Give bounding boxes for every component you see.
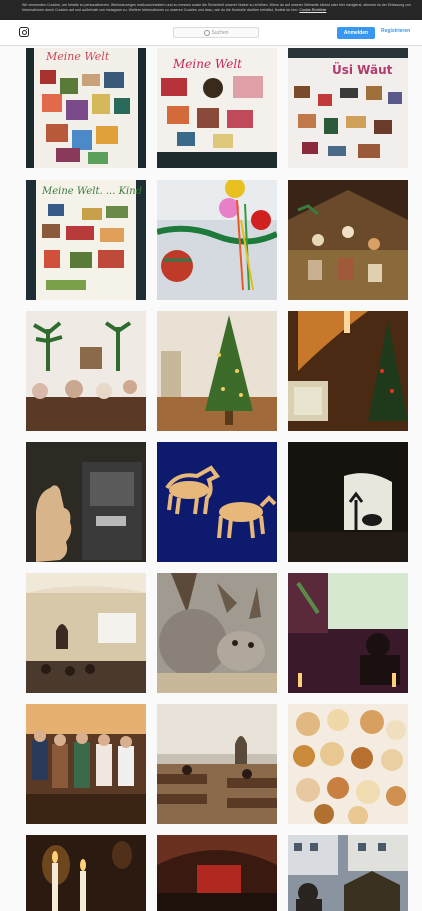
post-tile[interactable] (26, 311, 146, 431)
post-tile[interactable] (157, 442, 277, 562)
cookie-banner-text: Wir verwenden Cookies, um Inhalte zu per… (22, 3, 411, 12)
search-icon (203, 29, 210, 36)
cookie-policy-link[interactable]: Cookie-Richtlinie (299, 8, 326, 12)
post-tile[interactable]: Meine Welt. ... Kind (26, 180, 146, 300)
instagram-logo-icon[interactable] (19, 27, 29, 37)
post-tile[interactable] (288, 573, 408, 693)
post-tile[interactable] (288, 311, 408, 431)
post-tile[interactable] (157, 573, 277, 693)
post-caption: Meine Welt (172, 57, 242, 71)
post-tile[interactable]: Üsi Wäut (288, 48, 408, 168)
post-tile[interactable] (288, 180, 408, 300)
post-caption: Meine Welt (45, 50, 110, 63)
cookie-banner: Wir verwenden Cookies, um Inhalte zu per… (0, 0, 422, 20)
post-caption: Meine Welt. ... Kind (41, 186, 142, 197)
post-tile[interactable]: Meine Welt (157, 48, 277, 168)
post-tile[interactable] (288, 442, 408, 562)
post-tile[interactable] (26, 573, 146, 693)
register-link[interactable]: Registrieren (381, 28, 410, 34)
post-caption: Üsi Wäut (332, 62, 393, 77)
search-input[interactable]: Suchen (173, 27, 259, 38)
top-navigation: Suchen Anmelden Registrieren (0, 20, 422, 46)
search-placeholder: Suchen (211, 29, 229, 36)
post-tile[interactable] (157, 311, 277, 431)
post-tile[interactable] (26, 835, 146, 911)
post-tile[interactable]: Meine Welt (26, 48, 146, 168)
post-tile[interactable] (157, 704, 277, 824)
post-tile[interactable] (26, 704, 146, 824)
login-button[interactable]: Anmelden (337, 27, 375, 39)
post-tile[interactable] (157, 180, 277, 300)
post-tile[interactable] (26, 442, 146, 562)
post-tile[interactable] (157, 835, 277, 911)
post-tile[interactable] (288, 835, 408, 911)
post-tile[interactable] (288, 704, 408, 824)
